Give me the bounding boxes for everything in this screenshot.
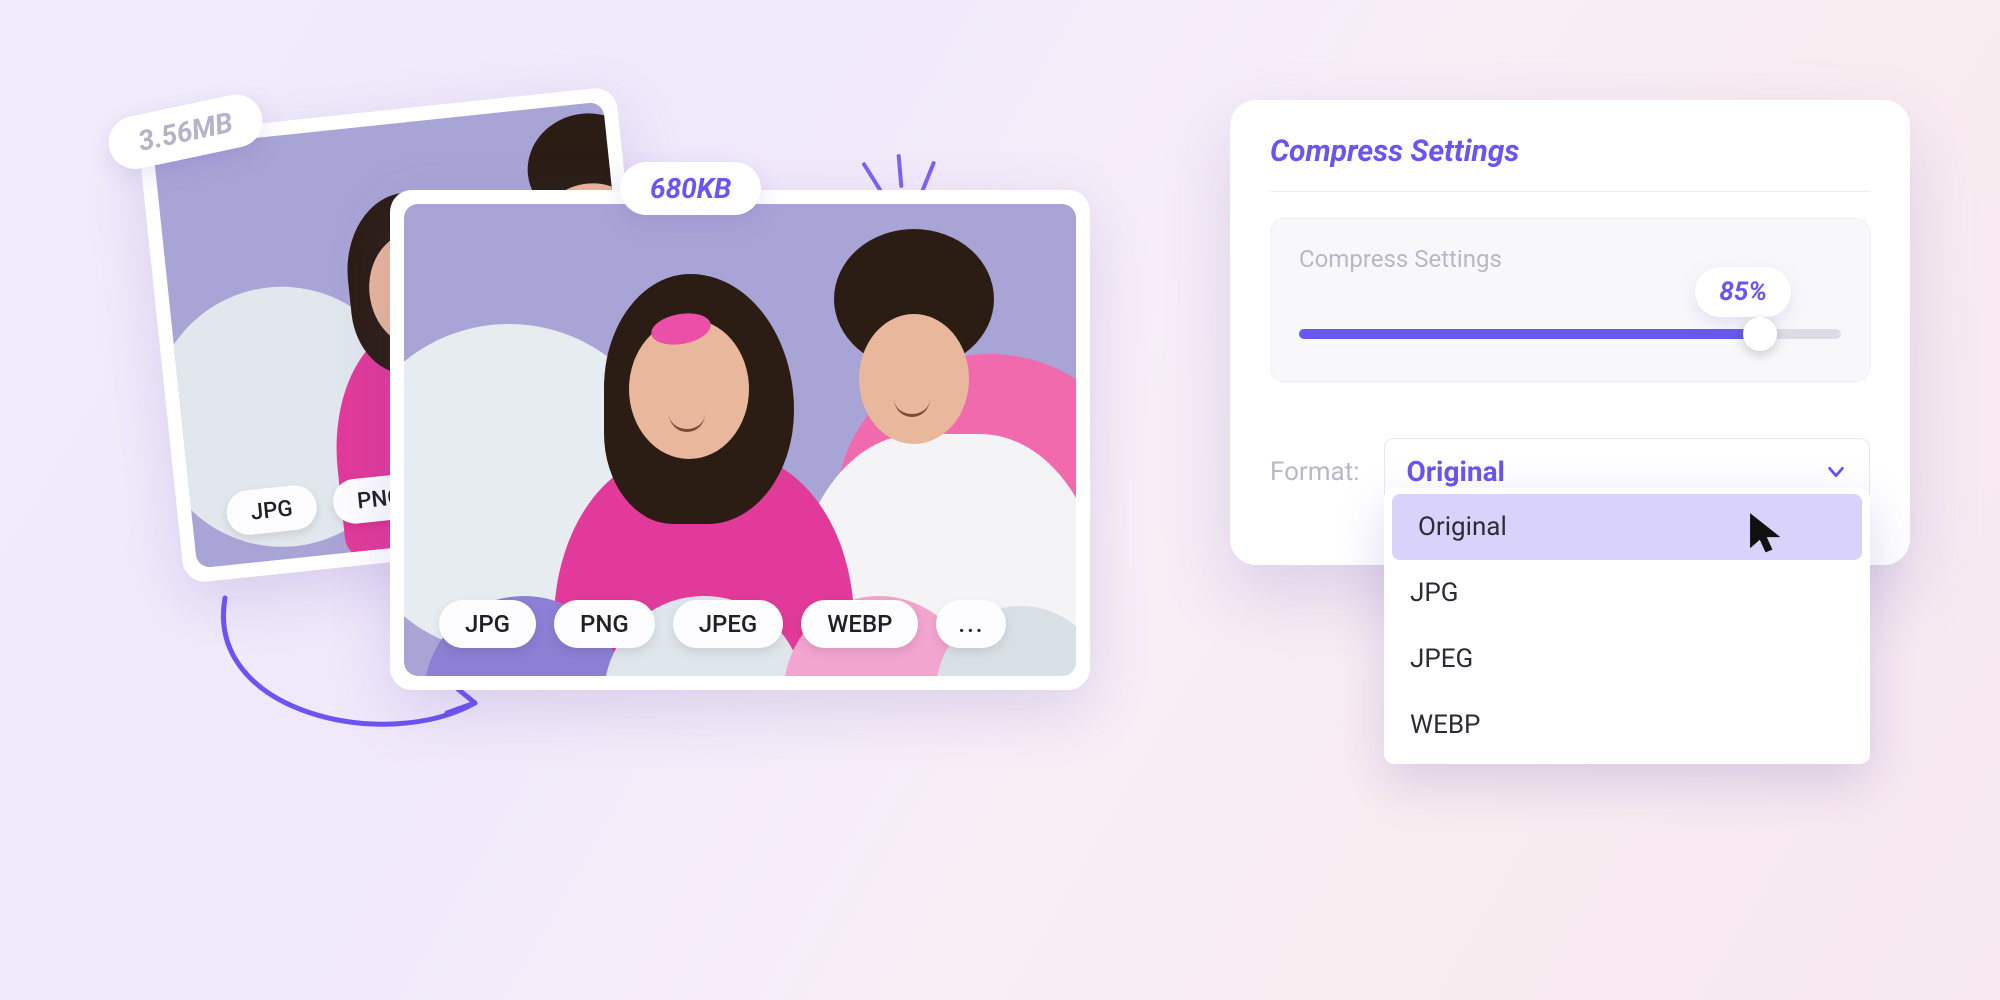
format-pill-more[interactable]: ... [936, 600, 1006, 648]
format-dropdown[interactable]: Original JPG JPEG WEBP [1384, 488, 1870, 764]
format-option-jpg[interactable]: JPG [1384, 560, 1870, 626]
format-pill: JPEG [673, 600, 784, 648]
format-pill: JPG [225, 483, 319, 537]
quality-slider[interactable] [1299, 329, 1841, 339]
compressed-format-pills: JPG PNG JPEG WEBP ... [439, 600, 1006, 648]
panel-title: Compress Settings [1270, 134, 1870, 192]
format-option-webp[interactable]: WEBP [1384, 692, 1870, 758]
compressed-image-card: JPG PNG JPEG WEBP ... 680KB [390, 190, 1090, 690]
format-pill: JPG [439, 600, 536, 648]
format-option-original[interactable]: Original [1392, 494, 1862, 560]
quality-slider-box: Compress Settings 85% [1270, 218, 1870, 382]
format-select-value: Original [1407, 455, 1505, 488]
format-label: Format: [1270, 457, 1360, 487]
format-pill: WEBP [801, 600, 918, 648]
format-option-jpeg[interactable]: JPEG [1384, 626, 1870, 692]
cursor-pointer-icon [1748, 512, 1786, 554]
compress-settings-panel: Compress Settings Compress Settings 85% … [1230, 100, 1910, 565]
slider-fill [1299, 329, 1760, 339]
slider-thumb[interactable] [1743, 317, 1777, 351]
compressed-size-badge: 680KB [620, 162, 761, 215]
slider-percent-badge: 85% [1695, 267, 1791, 317]
format-pill: PNG [554, 600, 655, 648]
chevron-down-icon [1825, 461, 1847, 483]
compressed-photo: JPG PNG JPEG WEBP ... [404, 204, 1076, 676]
